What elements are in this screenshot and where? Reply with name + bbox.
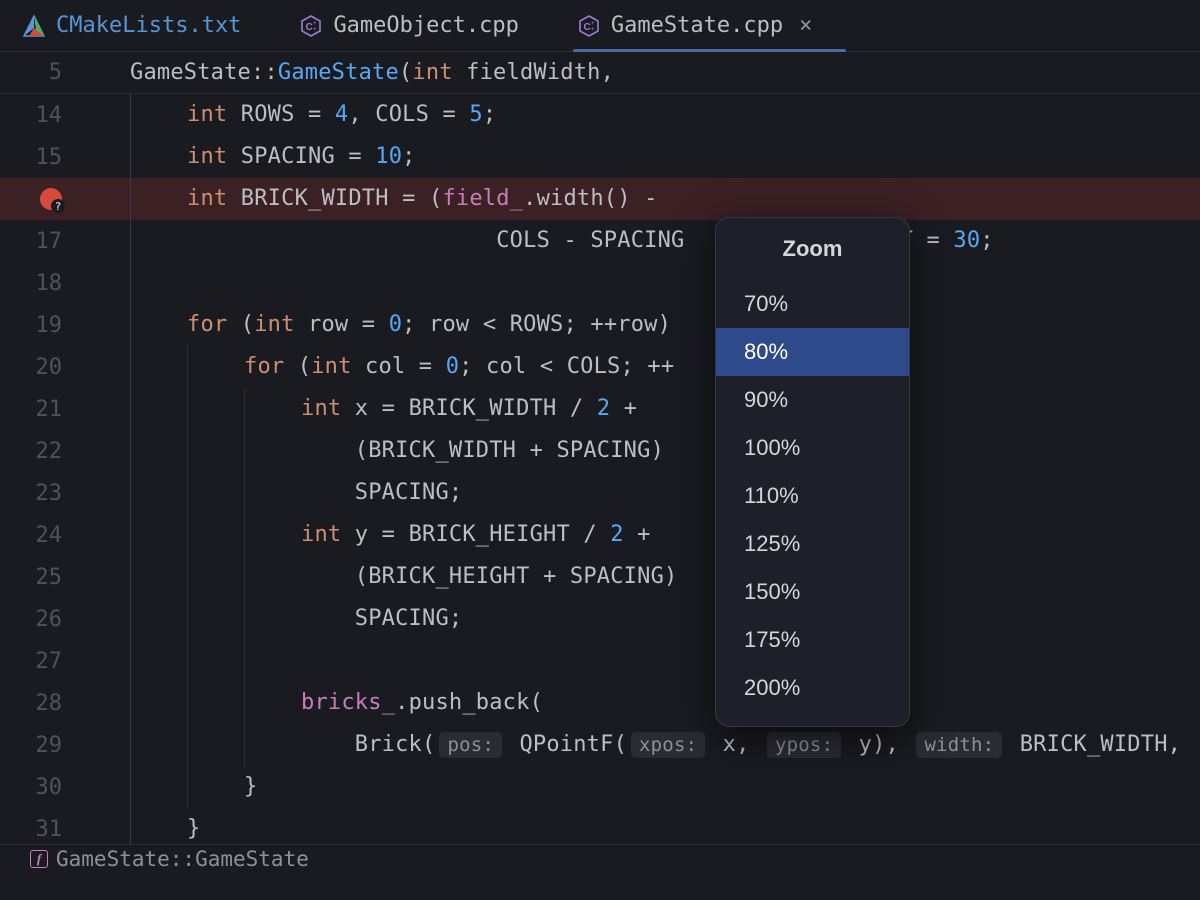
gutter-line-number[interactable]: 29	[0, 733, 90, 758]
code-area[interactable]: Brick(pos: QPointF(xpos: x, ypos: y), wi…	[90, 724, 1200, 766]
tab-gamestate[interactable]: C++ GameState.cpp ×	[573, 0, 816, 52]
function-icon: f	[30, 850, 48, 868]
tab-gameobject[interactable]: C++ GameObject.cpp	[295, 0, 522, 52]
gutter-line-number[interactable]: 23	[0, 481, 90, 506]
code-line[interactable]: 14int ROWS = 4, COLS = 5;	[0, 94, 1200, 136]
tab-label: CMakeLists.txt	[56, 13, 241, 38]
breadcrumb-text: GameState::GameState	[56, 847, 309, 871]
zoom-option[interactable]: 150%	[716, 568, 909, 616]
zoom-popup: Zoom 70%80%90%100%110%125%150%175%200%	[715, 217, 910, 727]
code-line[interactable]: 27	[0, 640, 1200, 682]
code-area[interactable]: (BRICK_HEIGHT + SPACING)	[90, 556, 1200, 598]
gutter-line-number[interactable]: 14	[0, 103, 90, 128]
zoom-option[interactable]: 90%	[716, 376, 909, 424]
cpp-icon: C++	[577, 14, 601, 38]
code-line[interactable]: 15int SPACING = 10;	[0, 136, 1200, 178]
code-line[interactable]: 21int x = BRICK_WIDTH / 2 +	[0, 388, 1200, 430]
code-area[interactable]: SPACING;	[90, 598, 1200, 640]
breadcrumb[interactable]: f GameState::GameState	[0, 844, 1200, 872]
svg-text:C: C	[583, 22, 590, 33]
svg-text:+: +	[591, 26, 595, 33]
code-line[interactable]: 22 (BRICK_WIDTH + SPACING)	[0, 430, 1200, 472]
zoom-option[interactable]: 125%	[716, 520, 909, 568]
gutter-line-number[interactable]: 25	[0, 565, 90, 590]
code-line[interactable]: 20for (int col = 0; col < COLS; ++	[0, 346, 1200, 388]
code-area[interactable]: GameState::GameState(int fieldWidth,	[90, 60, 1200, 85]
code-area[interactable]: int x = BRICK_WIDTH / 2 +	[90, 388, 1200, 430]
gutter-line-number[interactable]: 22	[0, 439, 90, 464]
code-area[interactable]: (BRICK_WIDTH + SPACING)	[90, 430, 1200, 472]
breakpoint-icon[interactable]	[40, 188, 62, 210]
gutter-line-number[interactable]: 21	[0, 397, 90, 422]
code-area[interactable]: int y = BRICK_HEIGHT / 2 +	[90, 514, 1200, 556]
zoom-option[interactable]: 70%	[716, 280, 909, 328]
code-line[interactable]: 28bricks_.push_back(	[0, 682, 1200, 724]
code-line[interactable]: 25 (BRICK_HEIGHT + SPACING)	[0, 556, 1200, 598]
code-area[interactable]: int ROWS = 4, COLS = 5;	[90, 94, 1200, 136]
code-area[interactable]	[90, 640, 1200, 682]
code-area[interactable]: int SPACING = 10;	[90, 136, 1200, 178]
cpp-icon: C++	[299, 14, 323, 38]
svg-text:C: C	[306, 22, 313, 33]
code-area[interactable]: }	[90, 766, 1200, 808]
close-icon[interactable]: ×	[799, 13, 812, 38]
svg-text:+: +	[313, 26, 317, 33]
zoom-option[interactable]: 200%	[716, 664, 909, 712]
gutter-line-number[interactable]: 18	[0, 271, 90, 296]
gutter-line-number[interactable]: 28	[0, 691, 90, 716]
gutter-line-number[interactable]: 20	[0, 355, 90, 380]
code-area[interactable]: for (int col = 0; col < COLS; ++	[90, 346, 1200, 388]
code-line[interactable]: 19for (int row = 0; row < ROWS; ++row)	[0, 304, 1200, 346]
code-line[interactable]: int BRICK_WIDTH = (field_.width() -	[0, 178, 1200, 220]
tab-cmakelists[interactable]: CMakeLists.txt	[18, 0, 245, 52]
code-line[interactable]: 17 COLS - SPACING T = 30;	[0, 220, 1200, 262]
tab-label: GameState.cpp	[611, 13, 783, 38]
code-line[interactable]: 18	[0, 262, 1200, 304]
code-area[interactable]: COLS - SPACING T = 30;	[90, 220, 1200, 262]
tab-label: GameObject.cpp	[333, 13, 518, 38]
code-area[interactable]: int BRICK_WIDTH = (field_.width() -	[90, 178, 1200, 220]
code-line[interactable]: 29 Brick(pos: QPointF(xpos: x, ypos: y),…	[0, 724, 1200, 766]
gutter-line-number[interactable]: 15	[0, 145, 90, 170]
gutter-line-number[interactable]: 19	[0, 313, 90, 338]
code-area[interactable]: SPACING;	[90, 472, 1200, 514]
editor[interactable]: 5GameState::GameState(int fieldWidth,14i…	[0, 52, 1200, 872]
gutter-line-number[interactable]: 5	[0, 60, 90, 85]
zoom-option[interactable]: 175%	[716, 616, 909, 664]
gutter-line-number[interactable]: 26	[0, 607, 90, 632]
tab-bar: CMakeLists.txt C++ GameObject.cpp C++ Ga…	[0, 0, 1200, 52]
gutter-line-number[interactable]: 24	[0, 523, 90, 548]
code-area[interactable]: for (int row = 0; row < ROWS; ++row)	[90, 304, 1200, 346]
zoom-option[interactable]: 80%	[716, 328, 909, 376]
code-line[interactable]: 24int y = BRICK_HEIGHT / 2 +	[0, 514, 1200, 556]
gutter-line-number[interactable]: 27	[0, 649, 90, 674]
gutter-line-number[interactable]: 31	[0, 817, 90, 842]
zoom-popup-title: Zoom	[716, 236, 909, 262]
code-area[interactable]	[90, 262, 1200, 304]
gutter-line-number[interactable]: 17	[0, 229, 90, 254]
cmake-icon	[22, 14, 46, 38]
gutter-line-number[interactable]: 30	[0, 775, 90, 800]
code-line[interactable]: 26 SPACING;	[0, 598, 1200, 640]
code-line[interactable]: 23 SPACING;	[0, 472, 1200, 514]
code-area[interactable]: bricks_.push_back(	[90, 682, 1200, 724]
code-line[interactable]: 30}	[0, 766, 1200, 808]
zoom-option[interactable]: 100%	[716, 424, 909, 472]
sticky-header-line[interactable]: 5GameState::GameState(int fieldWidth,	[0, 52, 1200, 94]
zoom-option[interactable]: 110%	[716, 472, 909, 520]
